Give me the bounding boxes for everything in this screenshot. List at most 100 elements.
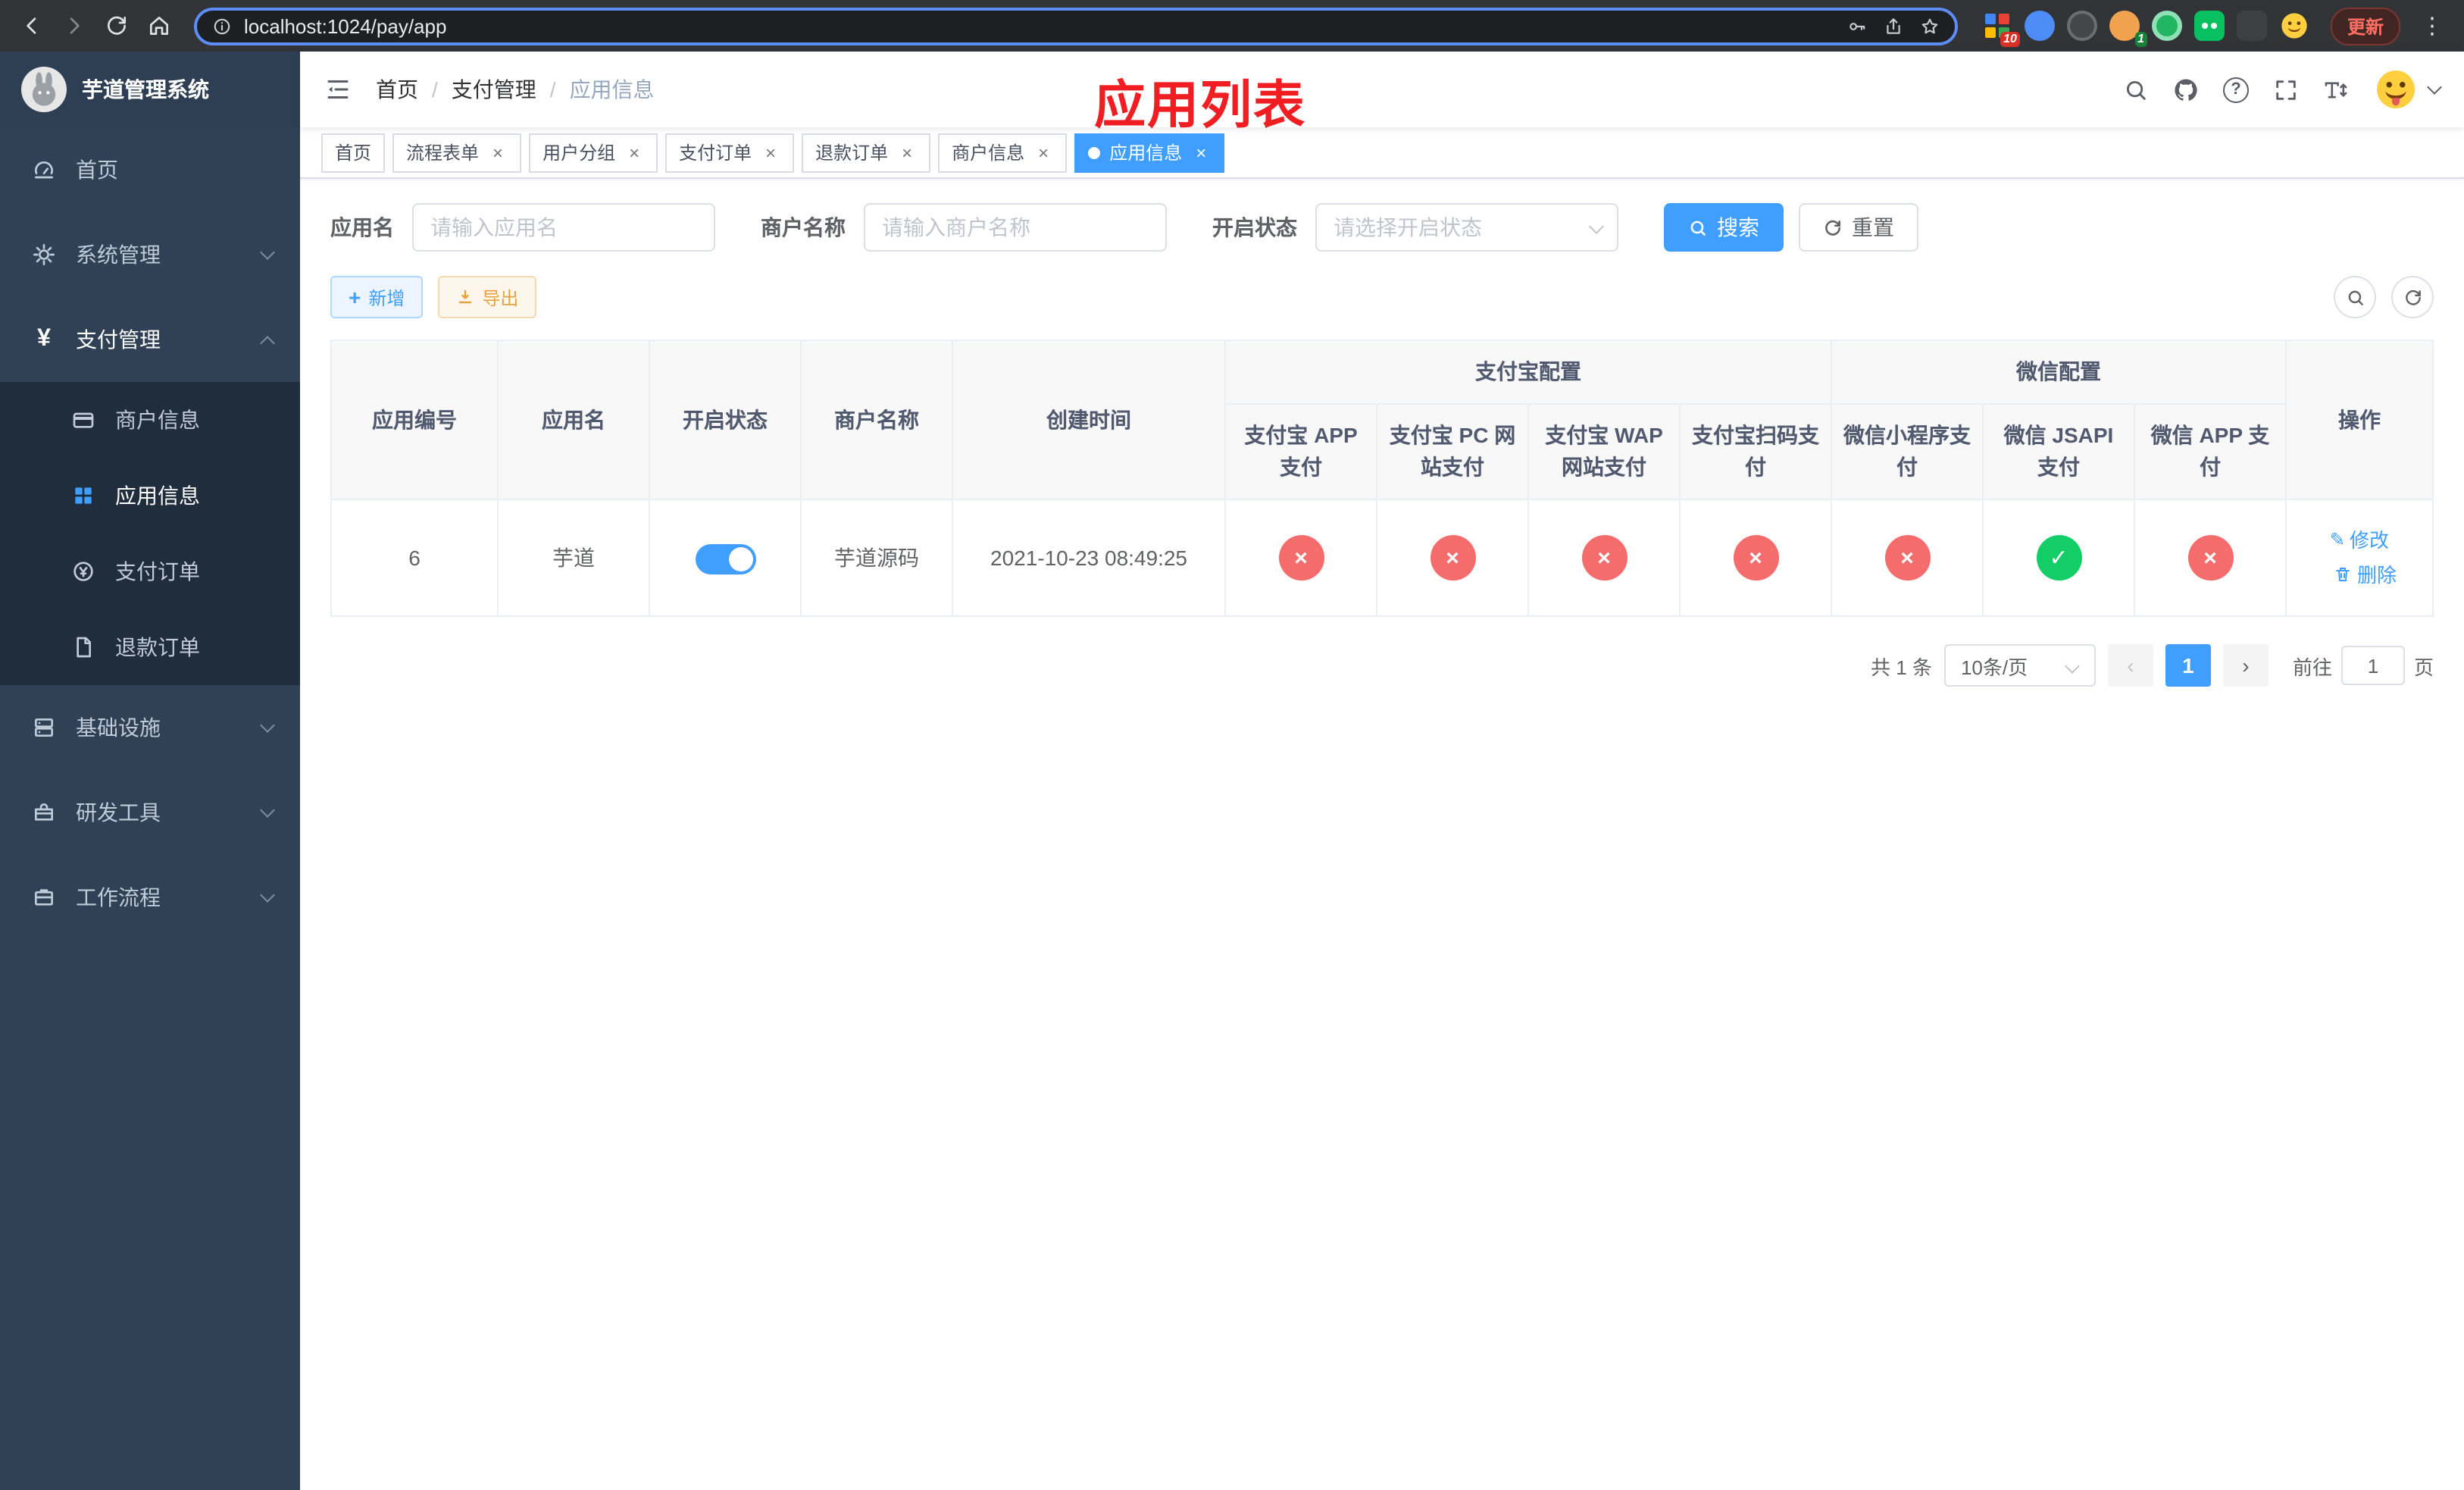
tab-merchant-info[interactable]: 商户信息 × — [938, 133, 1068, 172]
fullscreen-icon[interactable] — [2273, 77, 2299, 102]
page-size-select[interactable]: 10条/页 — [1943, 644, 2096, 687]
prev-page-button[interactable]: ‹ — [2107, 644, 2153, 687]
tab-user-group[interactable]: 用户分组 × — [529, 133, 658, 172]
sidebar-item-merchant-info[interactable]: 商户信息 — [0, 382, 300, 458]
alipay-wap-status-badge: × — [1581, 535, 1627, 581]
breadcrumb-payment[interactable]: 支付管理 — [452, 74, 536, 105]
refresh-table-button[interactable] — [2391, 276, 2434, 318]
sidebar-item-payment[interactable]: ¥ 支付管理 — [0, 297, 300, 382]
breadcrumb: 首页 / 支付管理 / 应用信息 — [376, 74, 655, 105]
sidebar-item-refund-orders[interactable]: 退款订单 — [0, 609, 300, 685]
sidebar-item-label: 支付管理 — [76, 327, 161, 352]
alipay-qr-status-badge: × — [1733, 535, 1778, 581]
edit-link[interactable]: ✎ 修改 — [2330, 522, 2389, 557]
coin-icon — [70, 558, 97, 585]
password-key-icon[interactable] — [1847, 16, 1867, 36]
extension-dark-icon[interactable] — [2066, 11, 2097, 41]
sidebar-item-system[interactable]: 系统管理 — [0, 212, 300, 297]
cell-status — [649, 499, 802, 617]
share-icon[interactable] — [1884, 16, 1903, 36]
app-name-input[interactable] — [412, 203, 715, 252]
merchant-name-label: 商户名称 — [761, 215, 846, 239]
breadcrumb-home[interactable]: 首页 — [376, 74, 418, 105]
group-header-alipay: 支付宝配置 — [1224, 340, 1832, 405]
chevron-down-icon — [260, 718, 275, 733]
goto-page-input[interactable] — [2340, 646, 2405, 685]
active-dot — [1088, 146, 1101, 158]
app-title: 芋道管理系统 — [82, 77, 209, 102]
tab-home[interactable]: 首页 — [321, 133, 386, 172]
refresh-icon — [1825, 219, 1840, 235]
sidebar-item-label: 系统管理 — [76, 243, 161, 267]
close-icon[interactable]: × — [1033, 142, 1053, 162]
extension-grid-icon[interactable]: 10 — [1982, 11, 2020, 47]
close-icon[interactable]: × — [488, 142, 508, 162]
sidebar-item-app-info[interactable]: 应用信息 — [0, 458, 300, 534]
sidebar-menu: 首页 系统管理 ¥ 支付管理 商户信息 应用信息 支付订单 退款订单 基础设施 … — [0, 127, 300, 940]
page-content: 应用名 商户名称 开启状态 — [300, 179, 2464, 1490]
extension-emoji-icon[interactable] — [2279, 11, 2309, 41]
tab-pay-orders[interactable]: 支付订单 × — [665, 133, 795, 172]
browser-toolbar: localhost:1024/pay/app 10 1 更新 ⋮ — [0, 0, 2464, 52]
top-navbar: 首页 / 支付管理 / 应用信息 ? — [300, 52, 2464, 127]
app-logo[interactable]: 芋道管理系统 — [0, 52, 300, 127]
sidebar-item-infrastructure[interactable]: 基础设施 — [0, 685, 300, 770]
tab-app-info[interactable]: 应用信息 × — [1074, 133, 1225, 172]
extension-blue-icon[interactable] — [2024, 11, 2055, 41]
annotation-title: 应用列表 — [1094, 77, 1306, 135]
font-size-icon[interactable] — [2323, 77, 2349, 102]
close-icon[interactable]: × — [897, 142, 917, 162]
tab-process-form[interactable]: 流程表单 × — [392, 133, 522, 172]
group-header-wechat: 微信配置 — [1831, 340, 2287, 405]
search-icon — [1690, 220, 1706, 235]
extension-puzzle-icon[interactable] — [2236, 11, 2267, 41]
sidebar-item-workflow[interactable]: 工作流程 — [0, 855, 300, 940]
extensions-cluster: 10 1 — [1982, 11, 2309, 47]
address-bar[interactable]: localhost:1024/pay/app — [194, 7, 1958, 45]
github-icon[interactable] — [2173, 77, 2199, 102]
extension-wechat-icon[interactable] — [2194, 11, 2225, 41]
reset-button[interactable]: 重置 — [1799, 203, 1918, 252]
browser-menu-icon[interactable]: ⋮ — [2412, 6, 2452, 45]
search-button[interactable]: 搜索 — [1664, 203, 1784, 252]
help-icon[interactable]: ? — [2223, 77, 2249, 102]
table-toolbar: + 新增 导出 — [330, 276, 2434, 318]
status-select[interactable] — [1315, 203, 1618, 252]
toggle-search-button[interactable] — [2334, 276, 2376, 318]
bookmark-star-icon[interactable] — [1920, 16, 1940, 36]
pagination-total: 共 1 条 — [1871, 656, 1932, 678]
sidebar-item-dev-tools[interactable]: 研发工具 — [0, 770, 300, 855]
sidebar-item-label: 应用信息 — [115, 484, 200, 508]
sidebar-item-home[interactable]: 首页 — [0, 127, 300, 212]
extension-green-icon[interactable] — [2151, 11, 2182, 41]
browser-refresh-icon[interactable] — [97, 6, 136, 45]
alipay-app-status-badge: × — [1278, 535, 1324, 581]
user-avatar[interactable] — [2373, 67, 2442, 112]
export-button[interactable]: 导出 — [438, 276, 537, 318]
applications-table: 应用编号 应用名 开启状态 商户名称 创建时间 支付宝配置 微信配置 操作 支付… — [330, 340, 2434, 617]
site-info-icon[interactable] — [212, 16, 232, 36]
close-icon[interactable]: × — [624, 142, 644, 162]
column-header-alipay-wap: 支付宝 WAP 网站支付 — [1527, 403, 1681, 500]
status-label: 开启状态 — [1212, 215, 1297, 239]
add-button[interactable]: + 新增 — [330, 276, 424, 318]
delete-link[interactable]: 删除 — [2334, 557, 2397, 592]
tab-refund-orders[interactable]: 退款订单 × — [802, 133, 931, 172]
extension-orange-icon[interactable]: 1 — [2109, 11, 2147, 47]
browser-back-icon[interactable] — [12, 6, 52, 45]
page-number-button[interactable]: 1 — [2165, 644, 2211, 687]
close-icon[interactable]: × — [761, 142, 780, 162]
sidebar-toggle-icon[interactable] — [324, 76, 352, 103]
next-page-button[interactable]: › — [2222, 644, 2269, 687]
status-toggle[interactable] — [695, 543, 755, 574]
sidebar-item-pay-orders[interactable]: 支付订单 — [0, 534, 300, 609]
document-icon — [70, 634, 97, 661]
search-icon[interactable] — [2123, 77, 2149, 102]
merchant-name-input[interactable] — [864, 203, 1167, 252]
close-icon[interactable]: × — [1191, 142, 1211, 162]
browser-home-icon[interactable] — [139, 6, 179, 45]
url-text[interactable]: localhost:1024/pay/app — [244, 14, 446, 37]
navbar-actions: ? — [2123, 67, 2442, 112]
browser-forward-icon[interactable] — [55, 6, 94, 45]
browser-update-button[interactable]: 更新 — [2330, 7, 2400, 45]
